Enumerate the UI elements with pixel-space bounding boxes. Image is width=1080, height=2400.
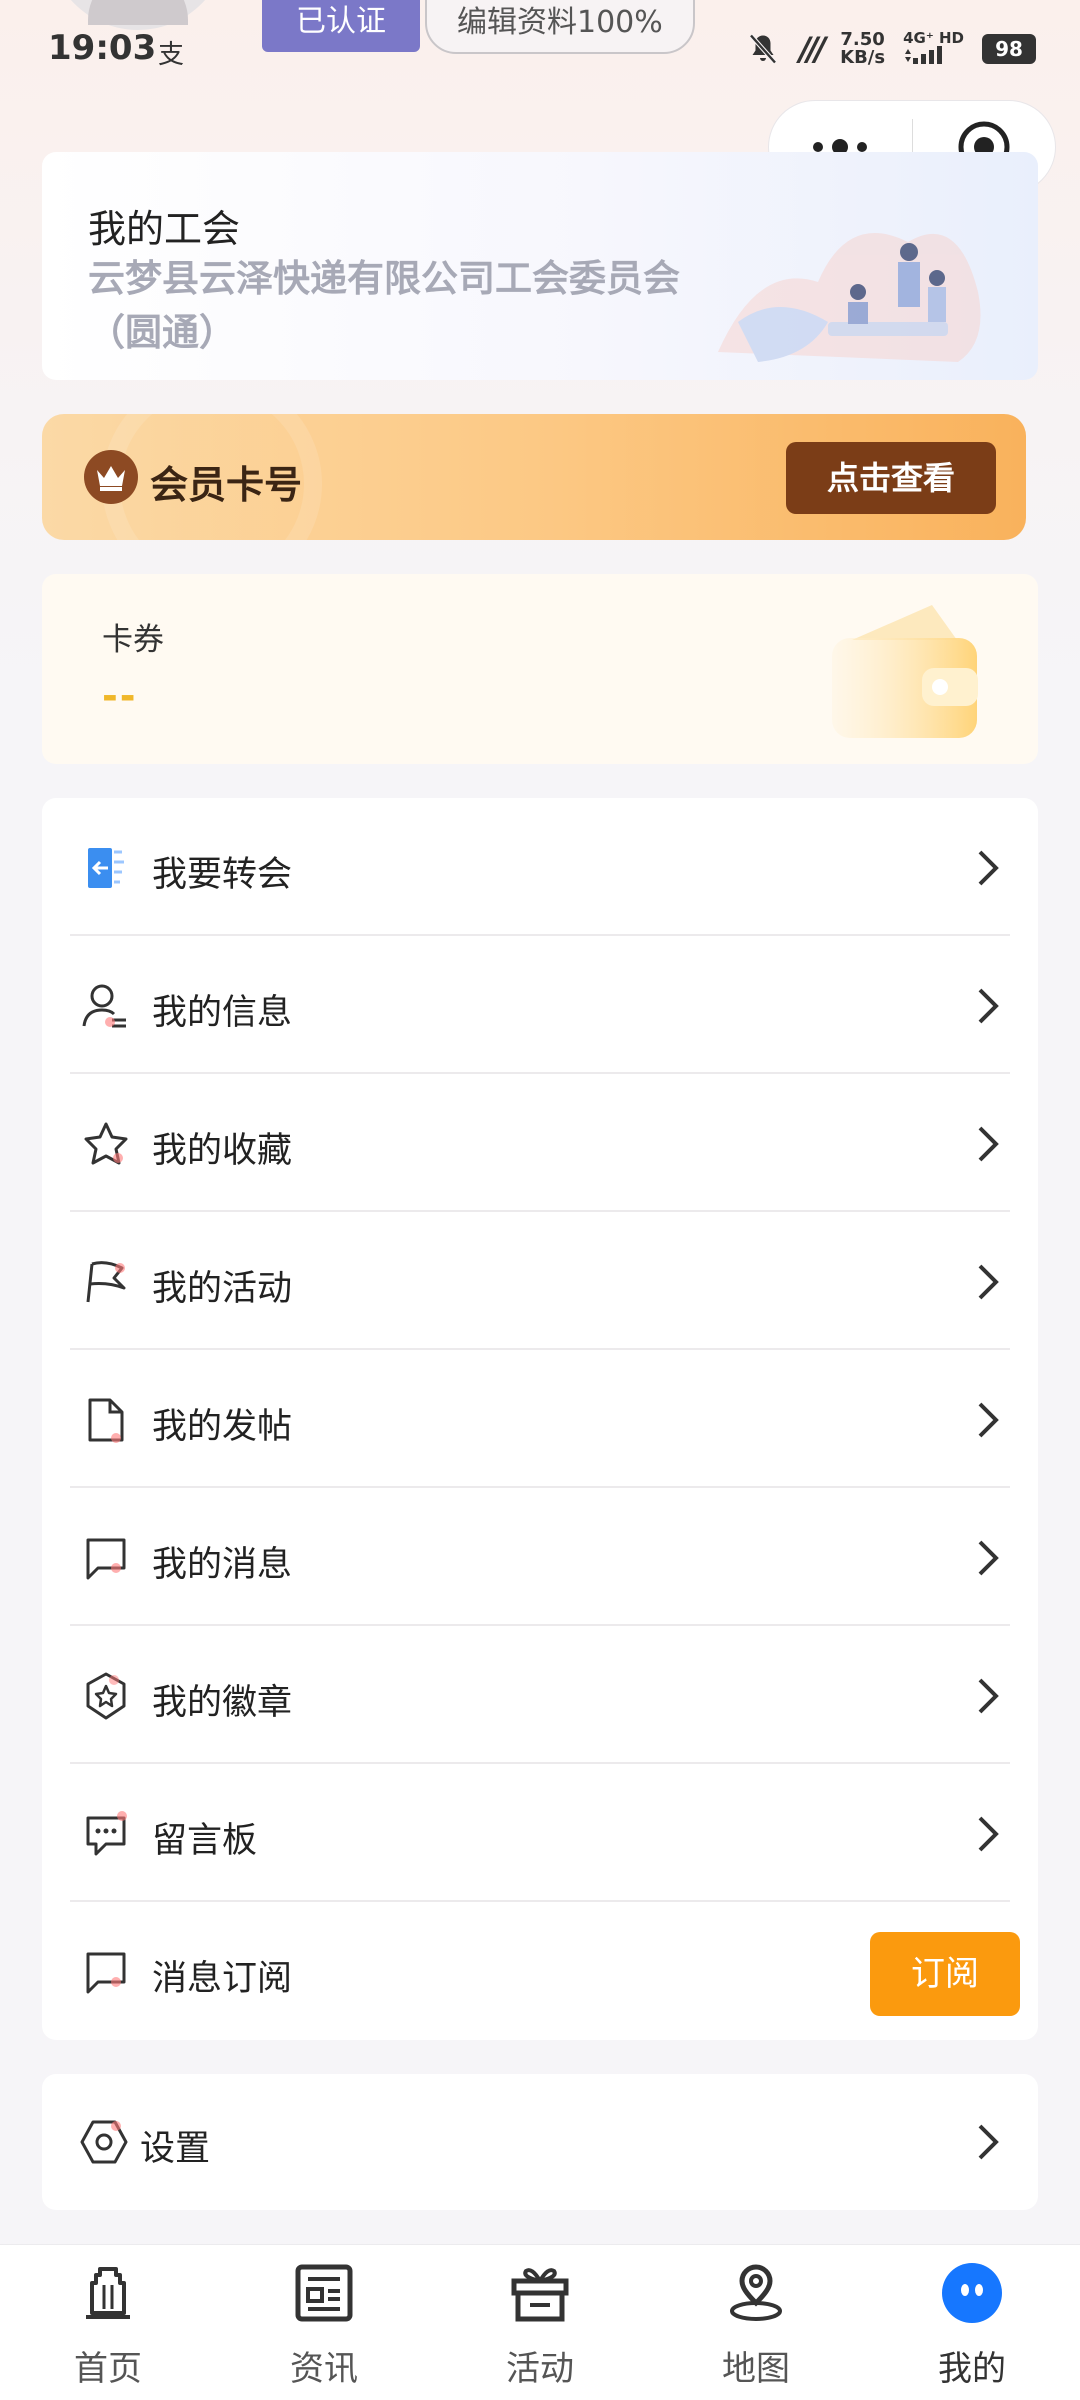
menu-item-favorites[interactable]: 我的收藏	[70, 1074, 1010, 1212]
chevron-right-icon	[978, 1402, 999, 1438]
alipay-icon: 支	[158, 40, 185, 70]
badge-icon	[86, 1672, 126, 1720]
subscribe-icon	[86, 1952, 126, 1994]
tab-profile[interactable]: 我的	[864, 2245, 1080, 2400]
tab-activities[interactable]: 活动	[432, 2245, 648, 2400]
flag-icon	[86, 1261, 126, 1303]
chevron-right-icon	[978, 2124, 999, 2160]
battery-icon: 98	[982, 34, 1036, 64]
document-icon	[88, 1398, 124, 1443]
menu-item-settings[interactable]: 设置	[42, 2074, 1038, 2210]
chevron-right-icon	[978, 1126, 999, 1162]
tab-label: 资讯	[290, 2349, 358, 2389]
star-icon	[84, 1122, 128, 1165]
menu-item-label: 我的收藏	[152, 1131, 293, 1171]
member-card[interactable]: 会员卡号 点击查看	[42, 414, 1026, 540]
tab-map[interactable]: 地图	[648, 2245, 864, 2400]
coupon-value: --	[102, 674, 138, 718]
menu-item-label: 我的活动	[152, 1269, 293, 1309]
menu-item-label: 我的消息	[152, 1545, 293, 1585]
crown-icon	[84, 450, 138, 504]
edit-profile-button[interactable]: 编辑资料100%	[425, 0, 695, 54]
menu-item-posts[interactable]: 我的发帖	[70, 1350, 1010, 1488]
system-icons: /// 7.50 KB/s 4G⁺ HD 98	[745, 30, 1036, 68]
menu-item-activities[interactable]: 我的活动	[70, 1212, 1010, 1350]
gift-icon	[511, 2268, 569, 2322]
bottom-tab-bar: 首页 资讯 活动 地图 我的	[0, 2244, 1080, 2400]
settings-icon	[80, 2120, 128, 2164]
map-pin-icon	[730, 2264, 782, 2321]
hd-signal-icon: ///	[799, 30, 826, 68]
coupon-card[interactable]: 卡券 --	[42, 574, 1038, 764]
menu-list: 我要转会 我的信息 我的收藏 我的活动 我的发帖 我的消息 我的徽章 留言板 消…	[42, 798, 1038, 2040]
menu-item-subscription[interactable]: 消息订阅 订阅	[70, 1902, 1020, 2040]
view-member-card-button[interactable]: 点击查看	[786, 442, 996, 514]
status-bar: 19:03 支 已认证 编辑资料100% /// 7.50 KB/s 4G⁺ H…	[0, 0, 1080, 100]
home-icon	[86, 2267, 130, 2319]
union-title: 我的工会	[88, 207, 241, 251]
mute-bell-icon	[749, 34, 777, 64]
message-icon	[86, 1538, 126, 1580]
tab-label: 我的	[938, 2349, 1006, 2389]
menu-item-my-info[interactable]: 我的信息	[70, 936, 1010, 1074]
news-icon	[295, 2264, 353, 2322]
cellular-signal-icon: 4G⁺ HD	[903, 30, 964, 68]
verified-badge: 已认证	[262, 0, 420, 52]
menu-item-transfer[interactable]: 我要转会	[70, 798, 1010, 936]
chevron-right-icon	[978, 1264, 999, 1300]
tab-label: 活动	[506, 2349, 574, 2389]
tab-news[interactable]: 资讯	[216, 2245, 432, 2400]
subscribe-button[interactable]: 订阅	[870, 1932, 1020, 2016]
profile-icon	[942, 2263, 1002, 2323]
settings-label: 设置	[140, 2129, 211, 2169]
tab-home[interactable]: 首页	[0, 2245, 216, 2400]
menu-item-label: 我的信息	[152, 993, 293, 1033]
network-speed: 7.50 KB/s	[840, 29, 886, 68]
menu-item-label: 我的徽章	[152, 1683, 293, 1723]
tab-label: 地图	[722, 2349, 790, 2389]
menu-item-message-board[interactable]: 留言板	[70, 1764, 1010, 1902]
avatar[interactable]	[48, 0, 228, 30]
union-card[interactable]: 我的工会 云梦县云泽快递有限公司工会委员会（圆通）	[42, 152, 1038, 380]
union-name: 云梦县云泽快递有限公司工会委员会（圆通）	[88, 257, 680, 354]
chevron-right-icon	[978, 1816, 999, 1852]
menu-item-label: 消息订阅	[152, 1959, 293, 1999]
menu-item-badges[interactable]: 我的徽章	[70, 1626, 1010, 1764]
coupon-label: 卡券	[102, 622, 164, 658]
chevron-right-icon	[978, 1540, 999, 1576]
chevron-right-icon	[978, 850, 999, 886]
transfer-icon	[88, 848, 124, 888]
chevron-right-icon	[978, 988, 999, 1024]
union-illustration-icon	[718, 233, 981, 362]
status-time: 19:03	[48, 28, 157, 68]
menu-item-label: 我要转会	[152, 855, 293, 895]
comment-icon	[86, 1811, 127, 1856]
member-card-label: 会员卡号	[150, 463, 303, 507]
chevron-right-icon	[978, 1678, 999, 1714]
menu-item-messages[interactable]: 我的消息	[70, 1488, 1010, 1626]
user-info-icon	[82, 984, 126, 1028]
menu-item-label: 留言板	[152, 1821, 258, 1861]
menu-item-label: 我的发帖	[152, 1407, 293, 1447]
tab-label: 首页	[74, 2349, 142, 2389]
wallet-icon	[832, 605, 978, 738]
